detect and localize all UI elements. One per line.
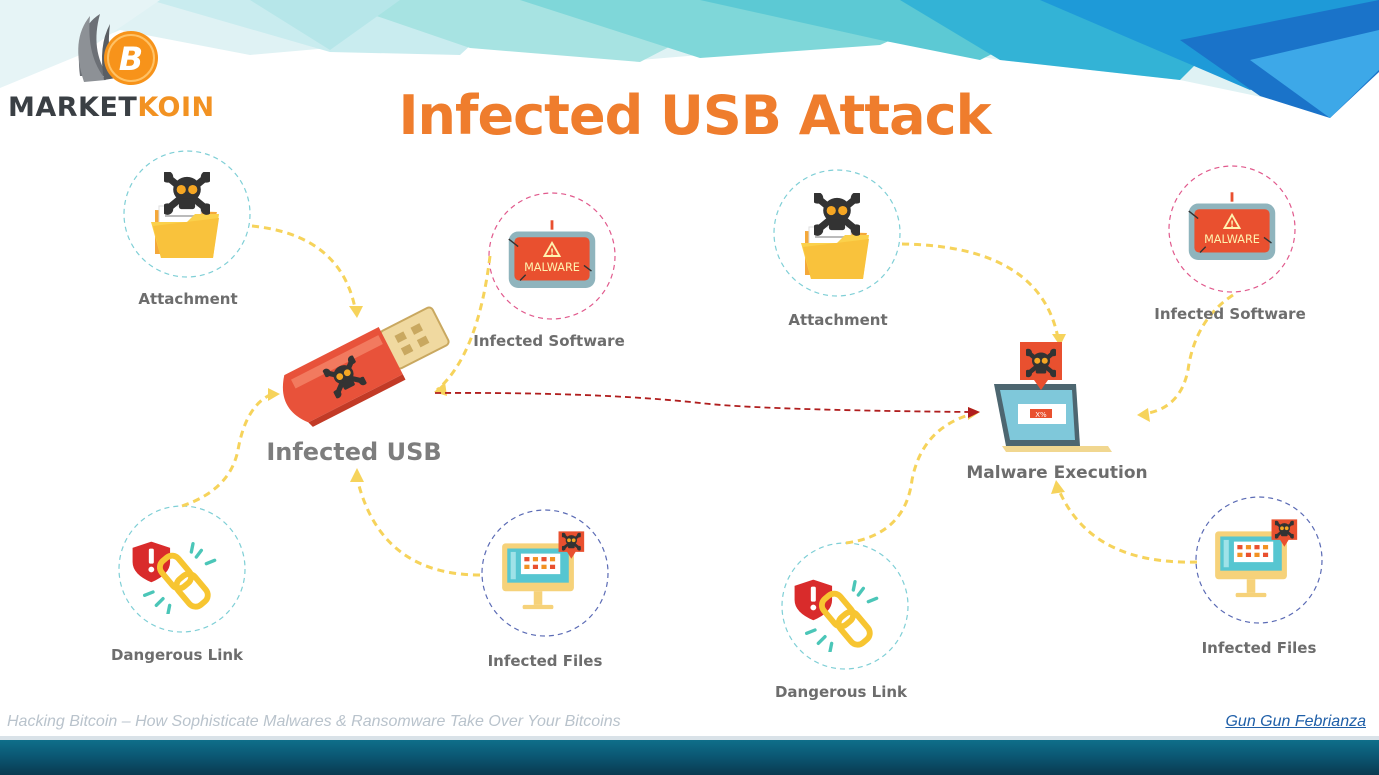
- author-link[interactable]: Gun Gun Febrianza: [1225, 713, 1366, 731]
- bitcoin-glyph: B: [119, 40, 143, 78]
- malware-screen-icon: [507, 218, 597, 290]
- label-attachment-left: Attachment: [138, 290, 238, 308]
- broken-link-shield-icon: [793, 578, 876, 651]
- bottom-bar: [0, 740, 1379, 775]
- label-malware-execution: Malware Execution: [966, 463, 1148, 483]
- label-dangerous-link-right: Dangerous Link: [774, 683, 908, 701]
- footer-caption: Hacking Bitcoin – How Sophisticate Malwa…: [7, 713, 621, 730]
- label-infected-files-left: Infected Files: [487, 652, 603, 670]
- skull-folder-icon: [801, 192, 869, 279]
- laptop-skull-icon: X%: [994, 342, 1112, 452]
- svg-text:X%: X%: [1035, 411, 1047, 419]
- label-attachment-right: Attachment: [788, 311, 888, 329]
- main-flow-arrow: [434, 392, 980, 418]
- page-title: Infected USB Attack: [398, 84, 991, 147]
- skull-folder-icon: [151, 171, 219, 258]
- infected-monitor-icon: [502, 531, 584, 609]
- label-infected-files-right: Infected Files: [1201, 639, 1317, 657]
- broken-link-shield-icon: [131, 540, 214, 613]
- label-infected-software-right: Infected Software: [1154, 305, 1306, 323]
- usb-drive-icon: [283, 306, 450, 427]
- malware-screen-icon: [1187, 190, 1277, 262]
- label-infected-usb: Infected USB: [266, 438, 442, 466]
- infected-monitor-icon: [1215, 519, 1297, 597]
- label-infected-software-left: Infected Software: [473, 332, 625, 350]
- label-dangerous-link-left: Dangerous Link: [110, 646, 244, 664]
